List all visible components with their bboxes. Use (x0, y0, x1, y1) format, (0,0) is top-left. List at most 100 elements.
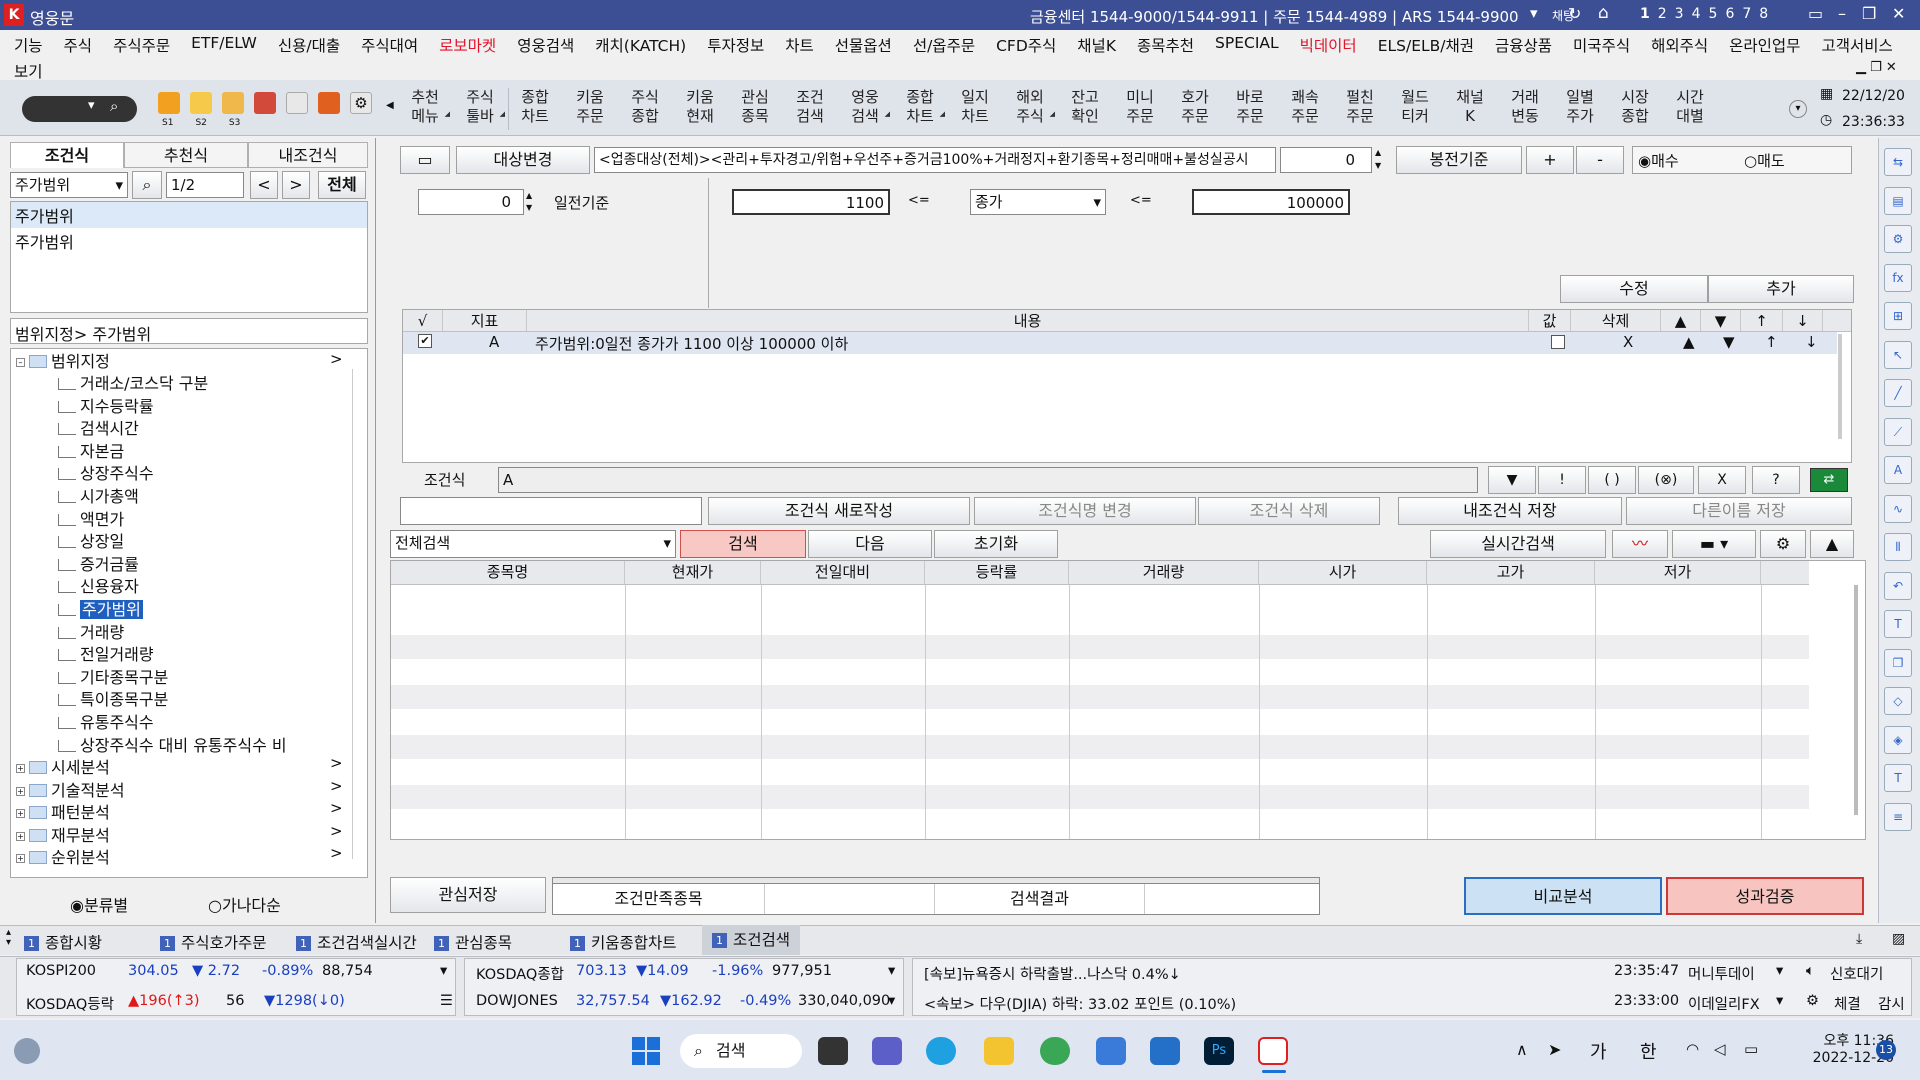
menu-item[interactable]: 금융상품 (1495, 34, 1552, 56)
column-header[interactable]: ▼ (1701, 310, 1741, 331)
move-down-button[interactable]: ▼ (1723, 333, 1735, 351)
tree-item[interactable]: 거래량 (58, 619, 124, 643)
column-header[interactable]: 값 (1529, 310, 1571, 331)
toolbar-button[interactable]: 종합 차트 (508, 88, 562, 126)
expand-icon[interactable]: + (16, 809, 25, 819)
wave-icon[interactable]: ∿ (1884, 494, 1912, 523)
column-header[interactable]: 등락률 (925, 561, 1069, 584)
news-headline[interactable]: <속보> 다우(DJIA) 하락: 33.02 포인트 (0.10%) (924, 993, 1236, 1014)
expand-icon[interactable]: + (16, 831, 25, 841)
ime-label-2[interactable]: 한 (1640, 1038, 1657, 1064)
chevron-down-icon[interactable]: ▾ (440, 963, 447, 979)
tree-item[interactable]: 기타종목구분 (58, 664, 168, 688)
column-header[interactable]: ▲ (1661, 310, 1701, 331)
chevron-down-icon[interactable]: ▾ (1776, 963, 1783, 979)
toolbar-button[interactable]: 종합 차트 (893, 88, 947, 126)
reset-button[interactable]: 초기화 (934, 530, 1058, 558)
menu-item[interactable]: SPECIAL (1215, 34, 1279, 56)
expand-arrow-icon[interactable]: > (330, 844, 343, 862)
screen-numbers[interactable]: 12345678 (1640, 6, 1776, 22)
menu-item[interactable]: 빅데이터 (1300, 34, 1357, 56)
toolbar-button[interactable]: 조건 검색 (783, 88, 837, 126)
condition-scrollbar[interactable] (1838, 334, 1842, 439)
chevron-down-icon[interactable]: ▾ (115, 173, 123, 197)
menu-item[interactable]: 영웅검색 (517, 34, 574, 56)
expand-arrow-icon[interactable]: > (330, 754, 343, 772)
screen-number[interactable]: 2 (1658, 6, 1668, 22)
link-icon[interactable]: ⇆ (1884, 148, 1912, 176)
screen-number[interactable]: 5 (1709, 6, 1719, 22)
toolbar-button[interactable]: 시장 종합 (1608, 88, 1662, 126)
formula-button[interactable]: X (1698, 466, 1746, 494)
chevron-down-icon[interactable]: ▾ (888, 963, 895, 979)
window-tab[interactable]: 1 조건검색실시간 (296, 931, 417, 953)
radio-buy[interactable]: ◉매수 (1638, 150, 1679, 171)
formula-input[interactable]: A (498, 467, 1478, 493)
menu-item[interactable]: 주식주문 (113, 34, 170, 56)
line-tool-icon[interactable]: ╱ (1884, 379, 1912, 407)
min-price-input[interactable]: 1100 (732, 189, 890, 215)
menu-item-view[interactable]: 보기 (14, 60, 43, 82)
monitor-label[interactable]: 감시 (1878, 993, 1905, 1014)
chevron-down-icon[interactable]: ▾ (888, 993, 895, 1009)
location-icon[interactable]: ➤ (1548, 1040, 1561, 1059)
toolbar-button[interactable]: 일별 주가 (1553, 88, 1607, 126)
menu-item[interactable]: 신용/대출 (278, 34, 340, 56)
image-icon[interactable]: ▨ (1892, 931, 1905, 947)
auto-icon[interactable]: A (1884, 456, 1912, 484)
toolbar-button[interactable]: 주식 종합 (618, 88, 672, 126)
layers-icon[interactable]: ▤ (1884, 186, 1912, 215)
menu-item[interactable]: CFD주식 (996, 34, 1056, 56)
tree-item[interactable]: 거래소/코스닥 구분 (58, 370, 208, 394)
condition-name-input[interactable] (400, 497, 702, 525)
prev-page-button[interactable]: < (250, 171, 278, 199)
tree-folder[interactable]: + 재무분석 (16, 822, 110, 846)
chevron-down-icon[interactable]: ▾ (1776, 993, 1783, 1009)
column-header[interactable]: 시가 (1259, 561, 1427, 584)
menu-item[interactable]: 차트 (785, 34, 814, 56)
toolbar-button[interactable]: 추천 메뉴 (398, 88, 452, 126)
speaker-icon[interactable]: 🔈︎ (1806, 963, 1815, 979)
tree-item[interactable]: 특이종목구분 (58, 686, 168, 710)
download-icon[interactable]: ⤓ (1856, 931, 1862, 947)
column-header[interactable]: 현재가 (625, 561, 761, 584)
days-input[interactable]: 0 (418, 189, 524, 215)
search-scope-select[interactable]: 전체검색 ▾ (390, 530, 676, 558)
news-headline[interactable]: [속보]뉴욕증시 하락출발...나스닥 0.4%↓ (924, 963, 1181, 984)
toolbar-button[interactable]: 월드 티커 (1388, 88, 1442, 126)
expand-icon[interactable]: + (16, 786, 25, 796)
radio-by-category[interactable]: ◉분류별 (70, 892, 128, 916)
condition-combo[interactable]: 주가범위 ▾ (10, 172, 128, 198)
screen-number[interactable]: 3 (1675, 6, 1685, 22)
toolbar-button[interactable]: 잔고 확인 (1058, 88, 1112, 126)
widgets-icon[interactable] (14, 1038, 40, 1064)
show-all-button[interactable]: 전체 (318, 171, 366, 199)
candle-icon[interactable]: ⫴ (1884, 533, 1912, 561)
menu-item[interactable]: 주식대여 (361, 34, 418, 56)
radio-sell[interactable]: ○매도 (1744, 150, 1785, 171)
chat-app-icon[interactable] (872, 1037, 902, 1065)
expand-arrow-icon[interactable]: > (330, 350, 343, 368)
tree-item[interactable]: 상장주식수 (58, 460, 154, 484)
list-item[interactable]: 주가범위 (11, 228, 367, 254)
menu-item[interactable]: 캐치(KATCH) (595, 34, 686, 56)
trend-icon[interactable]: ⟋ (1884, 417, 1912, 446)
screen-number[interactable]: 1 (1640, 6, 1651, 22)
column-header[interactable]: 고가 (1427, 561, 1595, 584)
tree-item[interactable]: 신용융자 (58, 573, 139, 597)
screen-number[interactable]: 4 (1692, 6, 1702, 22)
window-icon[interactable]: ▭ (400, 146, 450, 174)
menu-item[interactable]: 로보마켓 (439, 34, 496, 56)
column-header[interactable]: 지표 (443, 310, 527, 331)
copy-icon[interactable]: ❐ (1884, 648, 1912, 677)
menu-item[interactable]: 미국주식 (1573, 34, 1630, 56)
gear-icon[interactable]: ⚙ (1884, 225, 1912, 253)
formula-button[interactable]: (⊗) (1638, 466, 1694, 494)
tree-folder[interactable]: + 시세분석 (16, 754, 110, 778)
minus-button[interactable]: - (1576, 146, 1624, 174)
tree-root[interactable]: – 범위지정 (16, 348, 110, 372)
toolbar-button[interactable]: 키움 주문 (563, 88, 617, 126)
formula-button[interactable]: ( ) (1588, 466, 1636, 494)
add-button[interactable]: 추가 (1708, 275, 1854, 303)
toolbar-more-icon[interactable]: ▾ (1789, 100, 1807, 118)
